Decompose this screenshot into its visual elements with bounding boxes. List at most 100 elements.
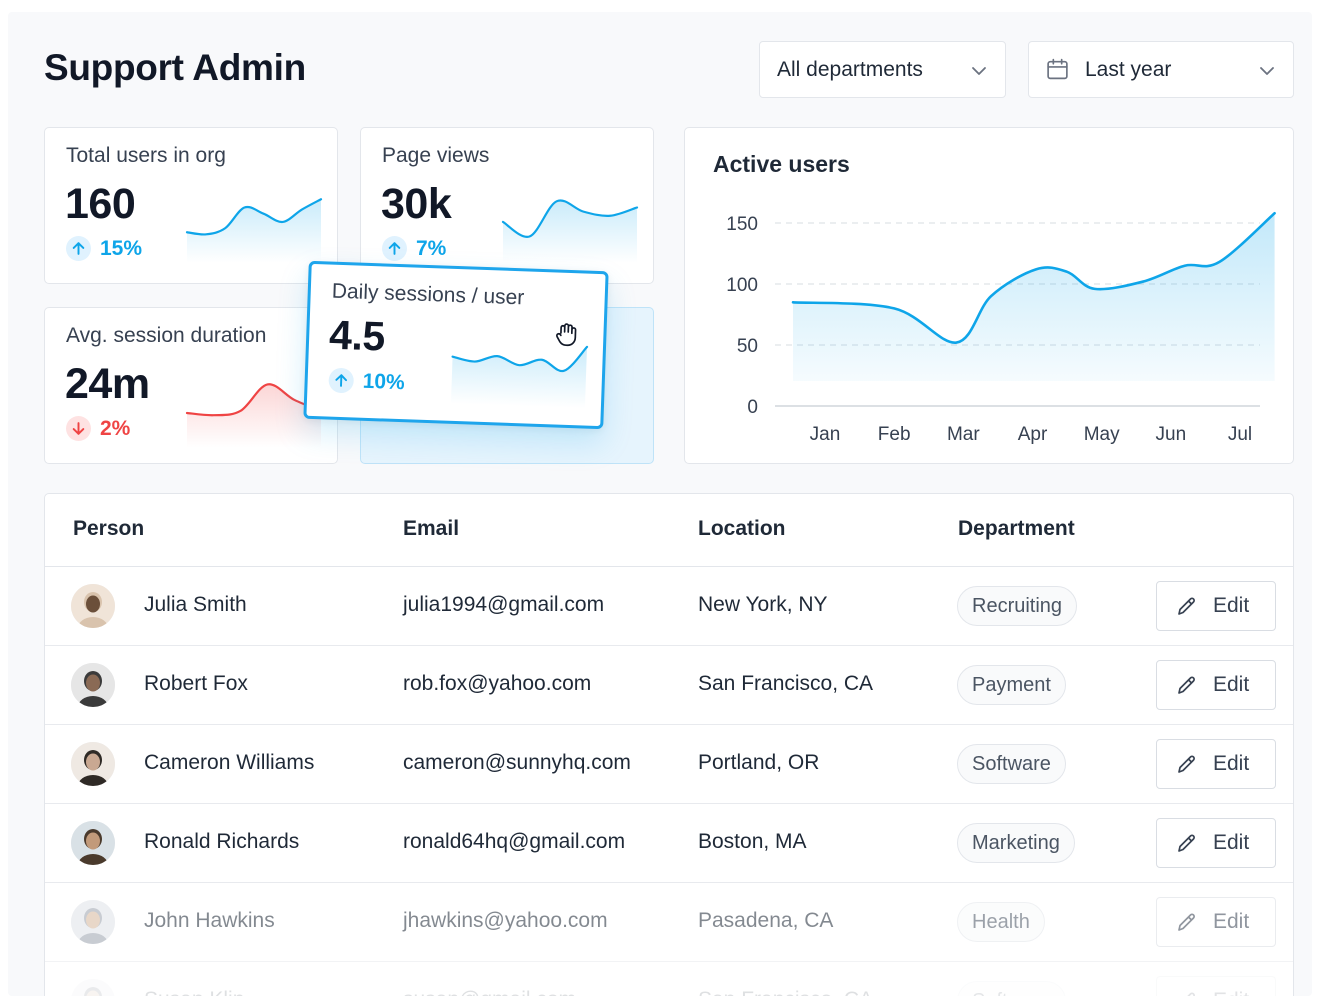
chevron-down-icon (1260, 67, 1274, 75)
edit-button[interactable]: Edit (1156, 897, 1276, 947)
table-row[interactable]: Susan Klin susan@gmail.com San Francisco… (45, 962, 1293, 996)
avatar (71, 900, 115, 944)
edit-button[interactable]: Edit (1156, 818, 1276, 868)
person-name: Susan Klin (144, 988, 244, 996)
edit-button[interactable]: Edit (1156, 660, 1276, 710)
location: Boston, MA (698, 830, 807, 853)
dashboard: Support Admin All departments Last year … (8, 12, 1312, 996)
y-tick-label: 100 (726, 275, 758, 296)
department-badge: Payment (957, 665, 1066, 705)
pencil-icon (1178, 834, 1195, 852)
person-name: Cameron Williams (144, 751, 315, 774)
x-tick-label: Mar (947, 424, 980, 445)
column-header-department[interactable]: Department (958, 517, 1075, 541)
stat-label: Avg. session duration (66, 324, 267, 347)
avatar (71, 663, 115, 707)
department-badge: Marketing (957, 823, 1075, 863)
sparkline-area (503, 200, 637, 263)
edit-button[interactable]: Edit (1156, 581, 1276, 631)
location: Portland, OR (698, 751, 820, 774)
stat-card-session-duration[interactable]: Avg. session duration 24m 2% (44, 307, 338, 464)
y-tick-label: 0 (747, 397, 758, 418)
stat-change: 10% (328, 367, 406, 396)
chevron-down-icon (972, 67, 986, 75)
x-tick-label: Jun (1156, 424, 1187, 445)
edit-button-label: Edit (1213, 752, 1250, 775)
y-tick-label: 150 (726, 214, 758, 235)
pencil-icon (1178, 597, 1195, 615)
edit-button-label: Edit (1213, 594, 1250, 617)
active-users-chart: 0 50 100 150 Jan Feb Mar Apr May Jun Jul (726, 211, 1276, 445)
department-badge: Recruiting (957, 586, 1078, 626)
email: susan@gmail.com (403, 988, 576, 996)
active-users-chart-card: Active users 0 50 100 150 Jan Feb Mar Apr May Jun… (684, 127, 1294, 464)
avatar (71, 979, 115, 996)
pencil-icon (1178, 676, 1195, 694)
stat-change-value: 2% (100, 416, 131, 440)
x-tick-label: Jul (1228, 424, 1252, 445)
column-header-location[interactable]: Location (698, 517, 786, 541)
stat-value: 24m (65, 360, 150, 408)
stat-change-value: 7% (416, 236, 447, 260)
stat-label: Daily sessions / user (331, 279, 525, 310)
date-range-select[interactable]: Last year (1028, 41, 1294, 98)
stat-label: Page views (382, 144, 490, 167)
person-name: Robert Fox (144, 672, 248, 695)
x-tick-label: Jan (810, 424, 841, 445)
person-name: Julia Smith (144, 593, 247, 616)
grab-hand-icon (556, 323, 577, 347)
column-header-email[interactable]: Email (403, 517, 459, 541)
stat-change-value: 10% (362, 369, 406, 394)
department-badge: Software (957, 744, 1066, 784)
department-select[interactable]: All departments (759, 41, 1006, 98)
edit-button[interactable]: Edit (1156, 976, 1276, 996)
pencil-icon (1178, 913, 1195, 931)
stat-value: 4.5 (328, 311, 386, 360)
location: San Francisco, CA (698, 988, 873, 996)
table-header: Person Email Location Department (45, 494, 1293, 567)
edit-button-label: Edit (1213, 910, 1250, 933)
edit-button-label: Edit (1213, 831, 1250, 854)
person-name: John Hawkins (144, 909, 275, 932)
email: julia1994@gmail.com (403, 593, 605, 616)
stat-card-page-views[interactable]: Page views 30k 7% (360, 127, 654, 284)
table-row[interactable]: Ronald Richards ronald64hq@gmail.com Bos… (45, 804, 1293, 883)
table-row[interactable]: Julia Smith julia1994@gmail.com New York… (45, 567, 1293, 646)
table-row[interactable]: Robert Fox rob.fox@yahoo.com San Francis… (45, 646, 1293, 725)
table-row[interactable]: John Hawkins jhawkins@yahoo.com Pasadena… (45, 883, 1293, 962)
department-badge: Health (957, 902, 1045, 942)
stat-card-total-users[interactable]: Total users in org 160 15% (44, 127, 338, 284)
location: San Francisco, CA (698, 672, 874, 695)
stat-card-daily-sessions-dragging[interactable]: Daily sessions / user 4.5 10% (303, 260, 609, 430)
column-header-person[interactable]: Person (73, 517, 144, 541)
avatar (71, 742, 115, 786)
edit-button-label: Edit (1213, 673, 1250, 696)
x-tick-label: May (1084, 424, 1120, 445)
page-title: Support Admin (44, 47, 306, 88)
users-table: Person Email Location Department Julia S… (44, 493, 1294, 996)
x-tick-label: Apr (1018, 424, 1048, 445)
edit-button-label: Edit (1213, 989, 1249, 996)
sparkline (185, 198, 323, 263)
department-badge: Software (957, 981, 1066, 996)
stat-label: Total users in org (66, 144, 226, 167)
stat-value: 160 (65, 180, 136, 228)
date-range-value: Last year (1085, 57, 1172, 81)
email: ronald64hq@gmail.com (403, 830, 626, 853)
edit-button[interactable]: Edit (1156, 739, 1276, 789)
stat-change: 15% (66, 236, 142, 261)
arrow-up-icon (66, 236, 91, 261)
table-row[interactable]: Cameron Williams cameron@sunnyhq.com Por… (45, 725, 1293, 804)
stat-change: 7% (382, 236, 446, 261)
y-tick-label: 50 (737, 336, 758, 357)
sparkline-area (450, 346, 588, 409)
area-fill (793, 213, 1275, 381)
department-select-value: All departments (777, 57, 923, 81)
arrow-up-icon (328, 367, 355, 394)
x-tick-label: Feb (878, 424, 911, 445)
calendar-icon (1047, 58, 1068, 80)
stat-value: 30k (381, 180, 452, 228)
pencil-icon (1178, 755, 1195, 773)
pencil-icon (1187, 992, 1195, 996)
location: New York, NY (698, 593, 828, 616)
